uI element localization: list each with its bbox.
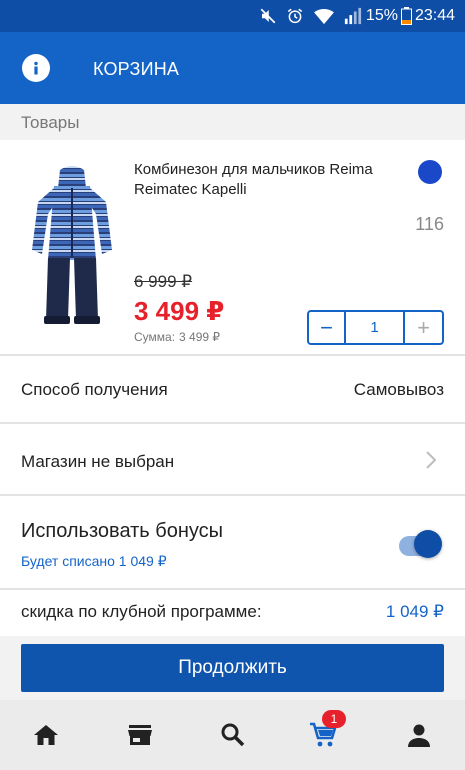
quantity-increase-button[interactable]: + xyxy=(405,312,442,343)
delivery-method-value: Самовывоз xyxy=(353,380,444,399)
status-time: 23:44 xyxy=(414,7,455,24)
bonus-row: Использовать бонусы Будет списано 1 049 … xyxy=(0,496,465,588)
page-title: КОРЗИНА xyxy=(93,59,180,79)
discount-label: скидка по клубной программе: xyxy=(21,602,262,621)
store-select-row[interactable]: Магазин не выбран xyxy=(0,424,465,494)
store-icon[interactable] xyxy=(125,720,155,750)
battery-percent: 15% xyxy=(365,7,398,24)
product-name[interactable]: Комбинезон для мальчиков Reima Reimatec … xyxy=(134,160,404,200)
delivery-method-row[interactable]: Способ получения Самовывоз xyxy=(0,356,465,422)
bonus-note: Будет списано 1 049 ₽ xyxy=(21,553,167,569)
cart-badge: 1 xyxy=(322,710,346,728)
store-label: Магазин не выбран xyxy=(21,452,175,471)
status-bar: 15% 23:44 xyxy=(0,0,465,32)
sum-label: Сумма: xyxy=(134,330,176,344)
wifi-icon xyxy=(313,7,335,25)
sum-line: Сумма: 3 499 ₽ xyxy=(134,330,220,344)
profile-icon[interactable] xyxy=(404,720,434,750)
quantity-value[interactable]: 1 xyxy=(346,312,405,343)
continue-button[interactable]: Продолжить xyxy=(21,644,444,692)
discount-value: 1 049 ₽ xyxy=(385,602,444,621)
discount-row: скидка по клубной программе: 1 049 ₽ xyxy=(0,590,465,636)
product-image[interactable] xyxy=(24,162,119,332)
signal-icon xyxy=(344,7,362,25)
info-icon[interactable] xyxy=(22,54,50,82)
cart-product-card: Комбинезон для мальчиков Reima Reimatec … xyxy=(0,140,465,354)
chevron-right-icon xyxy=(425,450,437,475)
bottom-nav xyxy=(0,700,465,770)
alarm-icon xyxy=(286,7,304,25)
home-icon[interactable] xyxy=(31,720,61,750)
product-color-swatch xyxy=(418,160,442,184)
old-price: 6 999 ₽ xyxy=(134,272,193,291)
sum-value: 3 499 ₽ xyxy=(179,330,221,344)
bonus-label: Использовать бонусы xyxy=(21,520,224,542)
mute-icon xyxy=(259,7,277,25)
delivery-method-label: Способ получения xyxy=(21,380,168,399)
product-size: 116 xyxy=(415,214,444,234)
section-label-goods: Товары xyxy=(0,104,465,140)
quantity-stepper: − 1 + xyxy=(307,310,444,345)
quantity-decrease-button[interactable]: − xyxy=(309,312,346,343)
search-icon[interactable] xyxy=(218,720,248,750)
battery-icon xyxy=(400,7,412,25)
bonus-toggle-knob[interactable] xyxy=(414,530,442,558)
app-bar: КОРЗИНА xyxy=(0,32,465,104)
current-price: 3 499 ₽ xyxy=(134,296,225,326)
